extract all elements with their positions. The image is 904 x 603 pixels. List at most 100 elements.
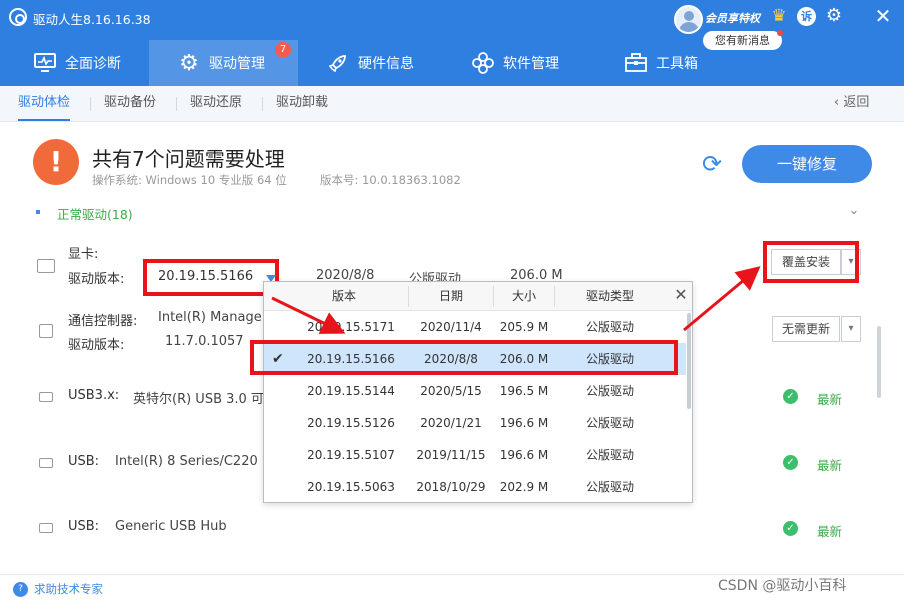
dropdown-header: 版本 日期 大小 驱动类型 ✕ (264, 282, 692, 311)
status-latest: 最新 (817, 392, 843, 407)
option-type: 公版驱动 (585, 384, 634, 398)
tab-driver-backup[interactable]: 驱动备份 (104, 86, 156, 121)
check-circle-icon: ✓ (783, 521, 798, 536)
update-options-dropdown[interactable]: ▾ (841, 316, 861, 342)
app-logo-icon (9, 8, 27, 26)
nav-label: 驱动管理 (209, 56, 265, 72)
usb-icon (39, 392, 53, 402)
dropdown-scrollbar[interactable] (687, 313, 691, 409)
no-update-needed-button[interactable]: 无需更新 (772, 316, 840, 342)
chevron-down-icon[interactable]: ⌄ (846, 203, 862, 219)
option-type: 公版驱动 (585, 480, 634, 494)
back-label: 返回 (843, 95, 870, 110)
option-date: 2019/11/15 (416, 448, 486, 462)
comm-controller-name: Intel(R) Manage (158, 310, 262, 325)
flower-icon (471, 52, 495, 74)
option-type: 公版驱动 (585, 416, 634, 430)
col-header-version: 版本 (331, 289, 356, 303)
option-version: 20.19.15.5107 (307, 448, 395, 462)
page-title: 共有7个问题需要处理 (92, 147, 285, 171)
section-label: 正常驱动(18) (57, 207, 133, 222)
check-circle-icon: ✓ (783, 455, 798, 470)
nav-toolbox[interactable]: 工具箱 (624, 40, 698, 86)
chevron-left-icon: ‹ (834, 95, 844, 110)
nav-label: 全面诊断 (65, 56, 121, 72)
normal-drivers-section[interactable]: 正常驱动(18) (37, 204, 133, 223)
monitor-icon (33, 52, 57, 74)
message-bubble[interactable]: 您有新消息 (703, 31, 782, 50)
option-version: 20.19.15.5126 (307, 416, 395, 430)
graphics-card-icon (37, 259, 55, 273)
col-header-size: 大小 (511, 289, 536, 303)
option-date: 2018/10/29 (416, 480, 486, 494)
tab-divider (262, 97, 263, 111)
watermark: CSDN @驱动小百科 (718, 578, 847, 594)
nav-full-diagnosis[interactable]: 全面诊断 (33, 40, 121, 86)
version-option-row[interactable]: 20.19.15.5144 2020/5/15 196.5 M 公版驱动 (264, 375, 686, 407)
user-avatar[interactable] (674, 5, 703, 34)
tab-driver-restore[interactable]: 驱动还原 (190, 86, 242, 121)
crown-icon[interactable]: ♛ (767, 6, 791, 26)
version-option-row[interactable]: 20.19.15.5107 2019/11/15 196.6 M 公版驱动 (264, 439, 686, 471)
version-dropdown-panel: 版本 日期 大小 驱动类型 ✕ 20.19.15.5171 2020/11/4 20… (263, 281, 693, 503)
vip-link[interactable]: 会员享特权 (705, 10, 760, 26)
driver-version-value: 20.19.15.5166 (158, 269, 254, 284)
gpu-label: 显卡: (68, 247, 99, 262)
tab-driver-check[interactable]: 驱动体检 (18, 86, 71, 121)
status-latest: 最新 (817, 524, 843, 539)
status-latest: 最新 (817, 458, 843, 473)
nav-label: 软件管理 (503, 56, 559, 72)
option-date: 2020/11/4 (420, 320, 482, 334)
nav-label: 工具箱 (656, 56, 698, 72)
comm-controller-label: 通信控制器: (68, 314, 138, 329)
version-option-row[interactable]: 20.19.15.5126 2020/1/21 196.6 M 公版驱动 (264, 407, 686, 439)
nav-hardware-info[interactable]: 硬件信息 (326, 40, 414, 86)
nav-software-management[interactable]: 软件管理 (471, 40, 559, 86)
os-info: 操作系统: Windows 10 专业版 64 位 (92, 173, 287, 187)
usb3-label: USB3.x: (68, 388, 120, 403)
refresh-icon[interactable]: ⟳ (698, 150, 726, 178)
usb-label: USB: (68, 519, 100, 534)
col-header-date: 日期 (438, 289, 463, 303)
usb-name: Intel(R) 8 Series/C220 (115, 454, 258, 469)
usb-icon (39, 523, 53, 533)
comm-driver-version: 11.7.0.1057 (165, 334, 244, 349)
driver-version-label: 驱动版本: (68, 272, 125, 287)
list-scrollbar[interactable] (877, 326, 881, 398)
option-size: 202.9 M (499, 480, 549, 494)
tab-driver-uninstall[interactable]: 驱动卸载 (276, 86, 328, 121)
rocket-icon (326, 52, 350, 74)
close-icon[interactable]: ✕ (871, 4, 895, 28)
one-click-fix-button[interactable]: 一键修复 (742, 145, 872, 183)
option-type: 公版驱动 (585, 320, 634, 334)
option-version: 20.19.15.5171 (307, 320, 395, 334)
title-bar: 驱动人生8.16.16.38 会员享特权 ♛ 诉 ⚙ ✕ 您有新消息 全面诊断 … (0, 0, 904, 86)
option-version: 20.19.15.5063 (307, 480, 395, 494)
tab-divider (90, 97, 91, 111)
settings-icon[interactable]: ⚙ (823, 5, 845, 27)
option-size: 205.9 M (499, 320, 549, 334)
os-version: 版本号: 10.0.18363.1082 (320, 173, 461, 187)
usb-icon (39, 458, 53, 468)
back-link[interactable]: ‹ 返回 (834, 86, 869, 121)
help-icon[interactable]: ? (13, 582, 28, 597)
gear-icon: ⚙ (179, 50, 199, 76)
warning-icon: ! (33, 139, 79, 185)
option-date: 2020/5/15 (420, 384, 482, 398)
ask-expert-link[interactable]: 求助技术专家 (34, 581, 103, 597)
usb3-name: 英特尔(R) USB 3.0 可 (133, 392, 264, 407)
chip-icon (39, 324, 53, 338)
close-icon[interactable]: ✕ (672, 286, 690, 304)
driver-version-dropdown[interactable]: 20.19.15.5166 (143, 259, 279, 296)
window-title: 驱动人生8.16.16.38 (33, 12, 151, 27)
nav-label: 硬件信息 (358, 56, 414, 72)
driver-version-label: 驱动版本: (68, 338, 125, 353)
version-option-row[interactable]: 20.19.15.5063 2018/10/29 202.9 M 公版驱动 (264, 471, 686, 503)
feedback-icon[interactable]: 诉 (797, 7, 816, 26)
option-size: 196.6 M (499, 448, 549, 462)
arrow-to-install (683, 266, 761, 332)
tab-divider (176, 97, 177, 111)
option-type: 公版驱动 (585, 448, 634, 462)
version-option-row[interactable]: 20.19.15.5171 2020/11/4 205.9 M 公版驱动 (264, 311, 686, 343)
option-size: 196.5 M (499, 384, 549, 398)
